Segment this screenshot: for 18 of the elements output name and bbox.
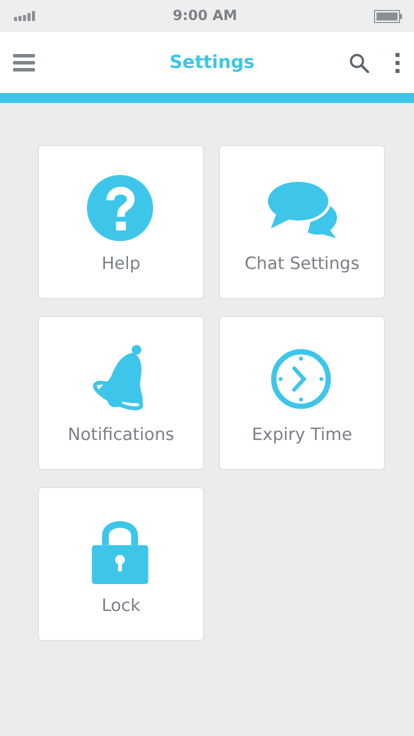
menu-icon[interactable] <box>13 54 35 72</box>
settings-tile[interactable]: Chat Settings <box>219 145 385 299</box>
tile-label: Lock <box>102 596 140 616</box>
signal-icon <box>14 11 36 21</box>
tile-label: Chat Settings <box>244 254 360 274</box>
settings-tile[interactable]: Lock <box>38 487 204 641</box>
tile-label: Notifications <box>68 425 174 445</box>
question-icon <box>86 174 156 244</box>
more-options-icon[interactable] <box>395 52 400 72</box>
settings-tile[interactable]: Expiry Time <box>219 316 385 470</box>
settings-tile[interactable]: Help <box>38 145 204 299</box>
settings-tile[interactable]: Notifications <box>38 316 204 470</box>
status-time: 9:00 AM <box>172 8 238 24</box>
tile-label: Help <box>102 254 140 274</box>
tile-label: Expiry Time <box>252 425 352 445</box>
battery-icon <box>374 10 402 22</box>
screen-title: Settings <box>168 52 256 73</box>
search-icon[interactable] <box>349 52 369 72</box>
